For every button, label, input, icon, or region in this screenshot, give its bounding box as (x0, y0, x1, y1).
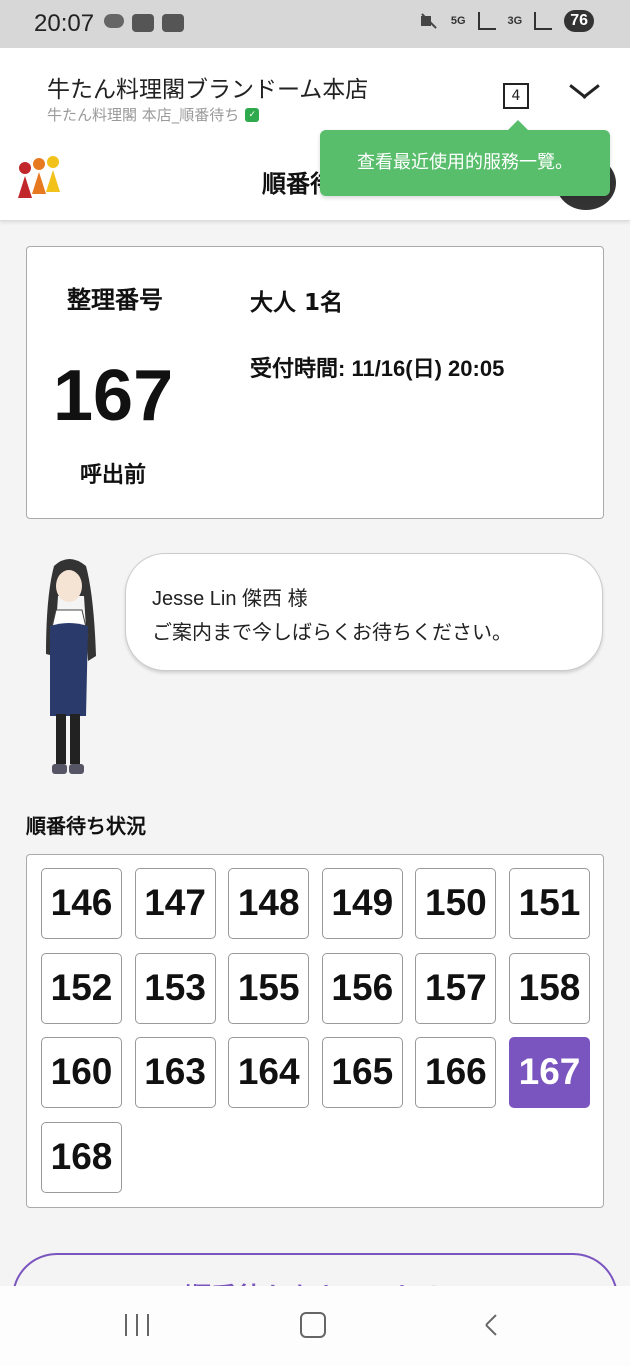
queue-section-title: 順番待ち状況 (26, 814, 146, 838)
chevron-down-icon[interactable] (568, 82, 600, 102)
logo-figure (46, 156, 60, 196)
message-bubble: Jesse Lin 傑西 様 ご案内まで今しばらくお待ちください。 (125, 553, 603, 671)
queue-number: 152 (41, 952, 122, 1024)
status-system-icons: 5G 3G 76 (419, 10, 594, 32)
queue-number: 156 (321, 952, 403, 1024)
queue-number: 148 (228, 868, 310, 939)
system-nav-bar (0, 1286, 630, 1366)
page-subtitle: 牛たん料理閣 本店_順番待ち (47, 106, 240, 124)
message-greeting: Jesse Lin 傑西 様 (152, 588, 308, 610)
waitress-illustration (46, 559, 96, 774)
status-bar: 20:07 5G 3G 76 (0, 0, 630, 48)
recent-services-tooltip[interactable]: 查看最近使用的服務一覽。 (320, 120, 610, 196)
queue-number: 147 (134, 868, 216, 939)
queue-number: 157 (415, 952, 497, 1024)
queue-number: 149 (321, 868, 403, 939)
network-3g-label: 3G (507, 15, 523, 27)
logo-figure (18, 162, 32, 202)
signal-icon (534, 12, 553, 30)
queue-number: 151 (509, 868, 590, 939)
queue-number: 166 (415, 1037, 497, 1109)
logo-icon (18, 156, 68, 206)
page-title-bar[interactable]: 牛たん料理閣ブランドーム本店 (47, 70, 368, 104)
reception-time: 受付時間: 11/16(日) 20:05 (250, 356, 505, 381)
status-notification-icons (104, 14, 184, 32)
ticket-status: 呼出前 (80, 463, 147, 488)
queue-number: 150 (415, 868, 497, 939)
queue-number: 155 (228, 952, 310, 1024)
game-controller-icon (162, 14, 184, 32)
network-5g-label: 5G (450, 15, 466, 27)
queue-number: 164 (228, 1037, 310, 1109)
recent-apps-icon[interactable] (125, 1314, 149, 1336)
queue-number-current: 167 (509, 1037, 590, 1109)
status-time: 20:07 (34, 10, 95, 37)
queue-number: 158 (509, 952, 590, 1024)
mute-icon (419, 11, 439, 31)
back-icon[interactable] (484, 1314, 500, 1334)
weather-icon (104, 14, 124, 28)
queue-number: 168 (41, 1121, 122, 1193)
home-icon[interactable] (300, 1312, 326, 1338)
battery-level: 76 (564, 10, 594, 32)
ticket-card: 整理番号 167 呼出前 大人 1名 受付時間: 11/16(日) 20:05 (26, 246, 604, 519)
secure-shield-icon: ✓ (245, 107, 260, 122)
queue-number: 146 (41, 868, 122, 939)
signal-icon (477, 12, 496, 30)
queue-number: 165 (321, 1037, 403, 1109)
page-url[interactable]: 牛たん料理閣 本店_順番待ち ✓ (47, 104, 260, 125)
queue-number: 163 (134, 1037, 216, 1109)
queue-number: 153 (134, 952, 216, 1024)
party-size: 大人 1名 (250, 290, 344, 316)
ticket-number: 167 (53, 356, 174, 436)
browser-app-bar: 牛たん料理閣ブランドーム本店 牛たん料理閣 本店_順番待ち ✓ 4 (0, 48, 630, 130)
game-controller-icon (132, 14, 154, 32)
message-body: ご案内まで今しばらくお待ちください。 (152, 620, 512, 644)
queue-number: 160 (41, 1037, 122, 1109)
logo-figure (32, 158, 46, 198)
tab-count-button[interactable]: 4 (503, 83, 529, 109)
queue-grid: 146 147 148 149 150 151 152 153 155 156 157 158 160 1… (26, 854, 604, 1208)
ticket-number-label: 整理番号 (67, 286, 163, 314)
